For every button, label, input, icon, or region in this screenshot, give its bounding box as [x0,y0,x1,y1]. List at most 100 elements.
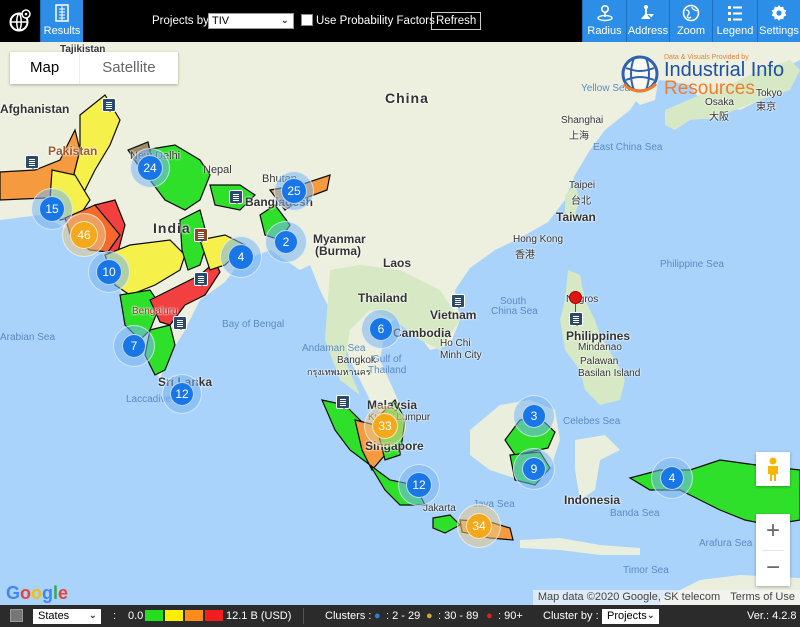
use-probability-checkbox[interactable] [301,14,313,26]
cluster-count: 33 [372,413,398,439]
label-mindanao: Basilan Island [578,368,641,379]
terms-of-use-link[interactable]: Terms of Use [725,590,800,605]
scale-max-label: 12.1 B (USD) [226,610,292,622]
projects-by-select[interactable]: TIV ⌄ [208,13,294,29]
label-china: China [385,90,429,106]
selected-location-pin-icon[interactable] [569,291,582,304]
cluster-count: 2 [274,230,298,254]
cluster-small-icon: ● [374,610,381,622]
cluster-marker[interactable]: 4 [651,457,693,499]
document-icon [198,275,204,283]
label-hong-kong: Hong Kong [513,234,564,245]
region-java-west [432,514,461,534]
cluster-count: 24 [137,155,163,181]
label-hong-kong-zh: 香港 [515,250,535,261]
results-label: Results [43,25,81,37]
cluster-marker[interactable]: 10 [88,251,130,293]
document-icon [455,297,461,305]
project-marker[interactable] [569,312,583,326]
cluster-marker[interactable]: 12 [162,374,202,414]
label-arabian-sea: Arabian Sea [0,332,56,343]
google-logo: Google [6,583,69,603]
region-level-select[interactable]: States ⌄ [33,609,101,624]
cluster-small-range: : 2 - 29 [386,610,421,622]
label-east-china-sea: East China Sea [593,142,663,153]
document-icon [233,193,239,201]
chevron-down-icon: ⌄ [88,610,97,621]
map-type-control: Map Satellite [10,52,178,84]
app-root: Results Projects by TIV ⌄ Use Probabilit… [0,0,800,627]
map-data-attribution: Map data ©2020 Google, SK telecom [537,591,721,603]
street-view-pegman-button[interactable] [756,452,790,486]
label-bengaluru: Bengaluru [132,306,178,317]
map-canvas[interactable]: Map Satellite Afghanistan Tajikistan Chi… [0,42,800,605]
cluster-marker[interactable]: 46 [62,213,106,257]
zoom-in-button[interactable]: + [756,514,790,550]
zoom-out-button[interactable]: − [756,551,790,587]
zoom-button[interactable]: Zoom [669,0,712,42]
label-andaman-sea: Andaman Sea [302,343,366,354]
label-timor-sea: Timor Sea [623,565,669,576]
legend-label: Legend [716,25,754,37]
cluster-medium-icon: ● [426,610,433,622]
project-marker[interactable] [102,98,116,112]
project-marker-mining[interactable] [194,228,208,242]
cluster-marker[interactable]: 7 [113,325,155,367]
cluster-marker[interactable]: 24 [130,148,170,188]
project-marker[interactable] [25,155,39,169]
cluster-by-label: Cluster by : [543,610,599,622]
address-button[interactable]: Address [626,0,669,42]
iir-name-line2: Resources [664,78,755,99]
cluster-by-value: Projects [607,610,647,622]
label-taipei: Taipei [569,180,596,191]
document-icon [177,319,183,327]
cluster-marker[interactable]: 2 [265,221,307,263]
document-icon [198,231,204,239]
cluster-count: 34 [466,513,492,539]
cluster-marker[interactable]: 12 [398,464,440,506]
project-marker[interactable] [173,316,187,330]
label-tokyo-ja: 東京 [756,102,776,113]
document-icon [106,101,112,109]
colon-separator: : [113,610,117,622]
settings-button[interactable]: Settings [757,0,800,42]
cluster-marker[interactable]: 33 [364,405,406,447]
map-type-map-button[interactable]: Map [10,52,79,84]
label-jakarta: Jakarta [423,503,456,514]
cluster-marker[interactable]: 9 [513,448,555,490]
label-shanghai: Shanghai [561,115,604,126]
refresh-button[interactable]: Refresh [431,12,482,30]
project-marker[interactable] [451,294,465,308]
use-probability-label: Use Probability Factors [316,15,435,27]
cluster-marker[interactable]: 25 [274,171,314,211]
cluster-large-range: : 90+ [498,610,523,622]
legend-button[interactable]: Legend [712,0,757,42]
cluster-marker[interactable]: 4 [220,236,262,278]
label-negros: Palawan [580,356,619,367]
project-marker[interactable] [229,190,243,204]
clusters-label: Clusters : [325,610,372,622]
scale-swatch-green [145,610,163,621]
cluster-marker[interactable]: 3 [513,395,555,437]
land-sulawesi [575,435,620,500]
map-type-satellite-button[interactable]: Satellite [79,52,177,84]
label-gulf-thailand: Thailand [368,365,407,376]
address-label: Address [627,25,669,37]
app-logo-globe-icon[interactable] [0,0,40,42]
project-marker[interactable] [194,272,208,286]
cluster-by-select[interactable]: Projects ⌄ [602,609,659,624]
label-celebes-sea: Celebes Sea [563,416,621,427]
scale-swatch-yellow [165,610,183,621]
expand-icon[interactable] [10,609,23,622]
radius-button[interactable]: Radius [582,0,626,42]
results-document-icon [55,4,69,22]
cluster-marker[interactable]: 6 [361,309,401,349]
top-toolbar: Results Projects by TIV ⌄ Use Probabilit… [0,0,800,42]
label-indonesia: Indonesia [564,493,621,507]
results-button[interactable]: Results [40,0,83,42]
chevron-down-icon: ⌄ [646,610,655,621]
label-laos: Laos [383,256,412,270]
project-marker[interactable] [336,395,350,409]
label-philippines: Philippines [566,329,631,343]
cluster-marker[interactable]: 34 [457,504,501,548]
